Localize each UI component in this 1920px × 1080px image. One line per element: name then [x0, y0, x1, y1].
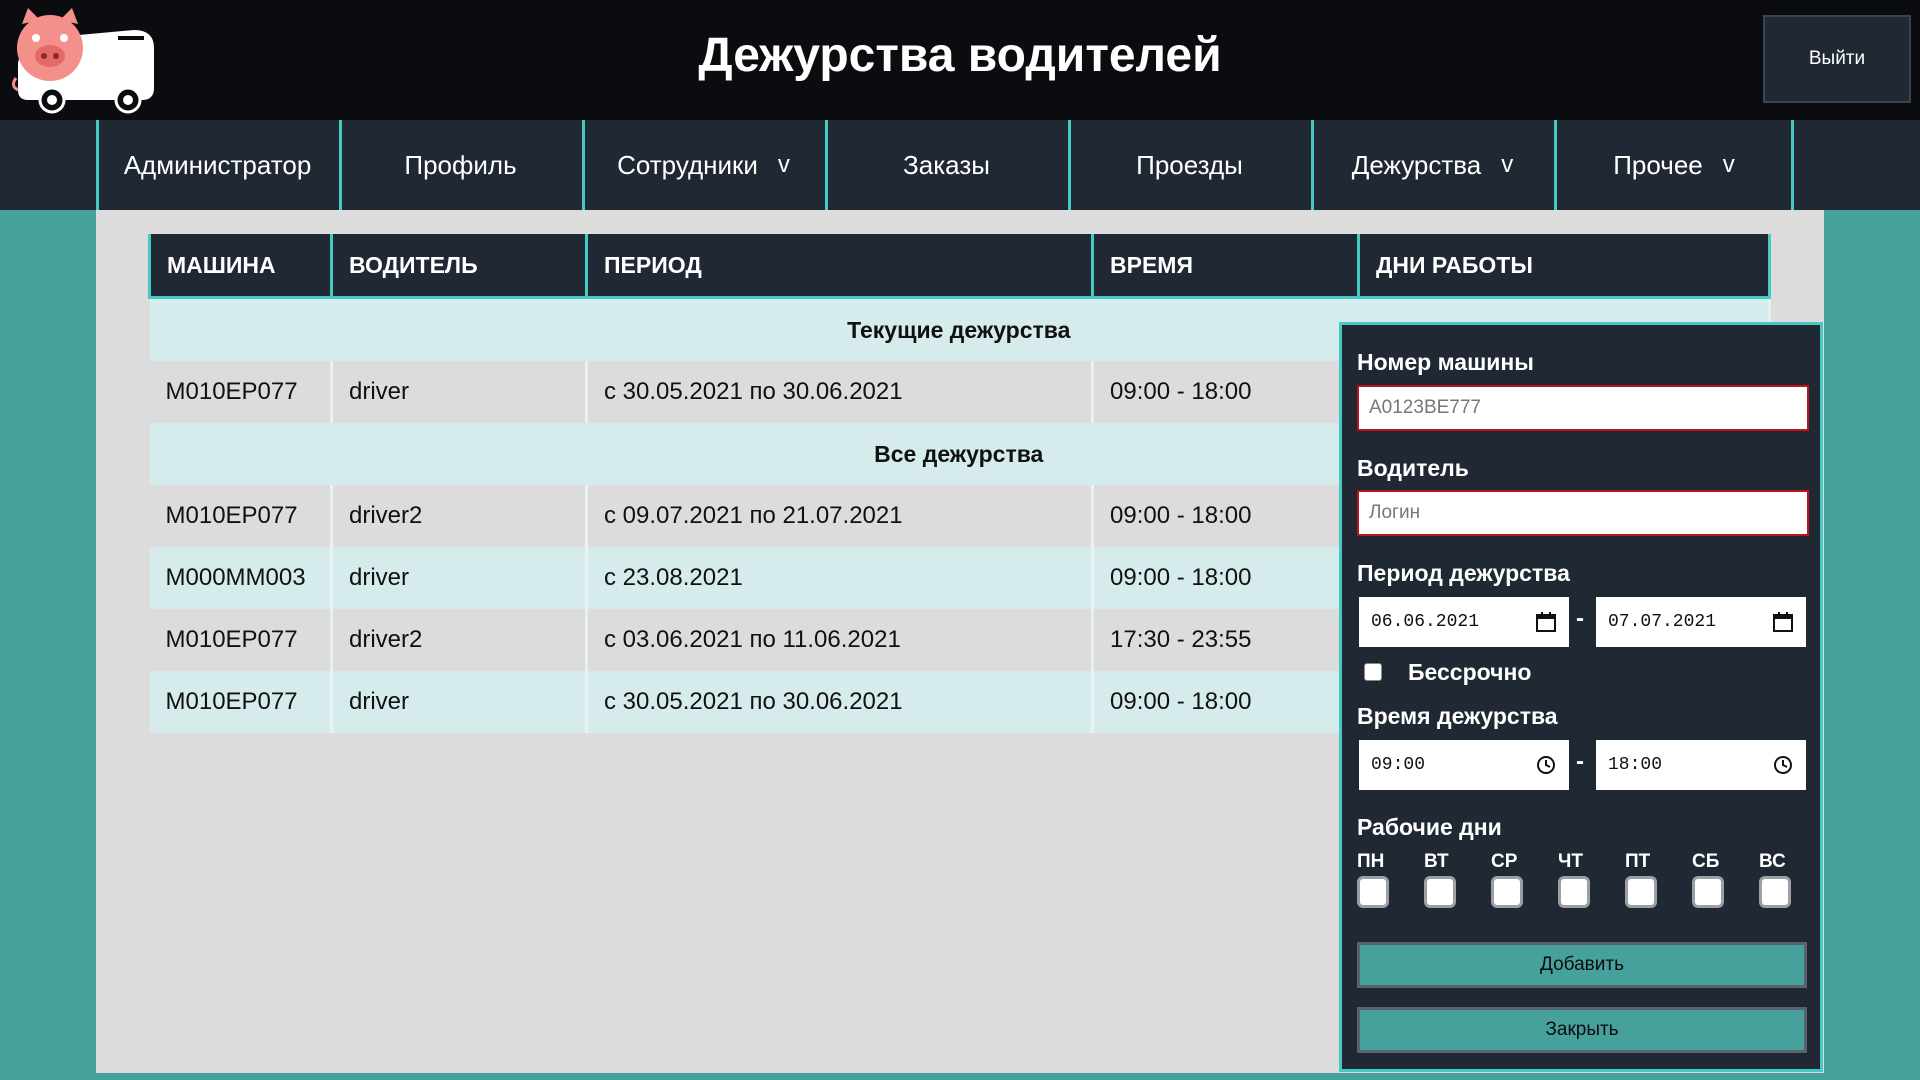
day-checkbox-mon[interactable]	[1357, 876, 1389, 908]
nav-item-administrator[interactable]: Администратор	[96, 120, 336, 210]
nav-item-label: Сотрудники	[617, 149, 758, 180]
period-dash: -	[1576, 605, 1584, 632]
nav-item-label: Проезды	[1136, 149, 1243, 180]
day-label-sun: ВС	[1759, 851, 1786, 872]
add-button[interactable]: Добавить	[1357, 942, 1807, 988]
day-label-mon: ПН	[1357, 851, 1385, 872]
chevron-down-icon: v	[777, 151, 790, 178]
day-checkbox-fri[interactable]	[1625, 876, 1657, 908]
time-from-value: 09:00	[1371, 755, 1426, 775]
column-header-car: МАШИНА	[148, 234, 333, 299]
nav-item-other[interactable]: Прочее v	[1554, 120, 1794, 210]
time-dash: -	[1576, 748, 1584, 775]
time-to-value: 18:00	[1608, 755, 1663, 775]
nav-item-label: Профиль	[404, 149, 517, 180]
date-from-picker[interactable]: 06.06.2021	[1357, 595, 1571, 649]
day-checkbox-sat[interactable]	[1692, 876, 1724, 908]
day-label-tue: ВТ	[1424, 851, 1449, 872]
nav-item-duties[interactable]: Дежурства v	[1311, 120, 1551, 210]
driver-input[interactable]: Логин	[1357, 490, 1809, 536]
nav-item-label: Администратор	[123, 149, 312, 180]
date-to-picker[interactable]: 07.07.2021	[1594, 595, 1808, 649]
cell-time: 09:00 - 18:00	[1092, 361, 1360, 423]
nav-item-employees[interactable]: Сотрудники v	[582, 120, 822, 210]
time-from-picker[interactable]: 09:00	[1357, 738, 1571, 792]
cell-period: с 03.06.2021 по 11.06.2021	[586, 609, 1094, 671]
chevron-down-icon: v	[1501, 151, 1514, 178]
indefinite-checkbox[interactable]	[1364, 663, 1382, 681]
day-label-thu: ЧТ	[1558, 851, 1583, 872]
day-label-sat: СБ	[1692, 851, 1720, 872]
cell-car: M000MM003	[149, 547, 333, 609]
cell-car: M010EP077	[149, 609, 333, 671]
cell-time: 09:00 - 18:00	[1092, 547, 1360, 609]
column-header-period: ПЕРИОД	[585, 234, 1094, 299]
close-button[interactable]: Закрыть	[1357, 1007, 1807, 1053]
day-checkbox-wed[interactable]	[1491, 876, 1523, 908]
cell-driver: driver	[331, 361, 588, 423]
table-header-row: МАШИНА ВОДИТЕЛЬ ПЕРИОД ВРЕМЯ ДНИ РАБОТЫ	[148, 234, 1771, 299]
cell-period: с 23.08.2021	[586, 547, 1094, 609]
chevron-down-icon: v	[1722, 151, 1735, 178]
cell-time: 09:00 - 18:00	[1092, 485, 1360, 547]
time-to-picker[interactable]: 18:00	[1594, 738, 1808, 792]
cell-period: с 09.07.2021 по 21.07.2021	[586, 485, 1094, 547]
day-label-fri: ПТ	[1625, 851, 1651, 872]
main-nav: Администратор Профиль Сотрудники v Заказ…	[0, 120, 1920, 210]
cell-car: M010EP077	[149, 361, 333, 423]
column-header-time: ВРЕМЯ	[1091, 234, 1360, 299]
car-number-label: Номер машины	[1357, 349, 1534, 375]
driver-label: Водитель	[1357, 455, 1469, 481]
day-checkbox-thu[interactable]	[1558, 876, 1590, 908]
logout-button[interactable]: Выйти	[1763, 15, 1911, 103]
cell-driver: driver2	[331, 485, 588, 547]
nav-item-label: Прочее	[1613, 149, 1703, 180]
cell-driver: driver	[331, 671, 588, 733]
header: Дежурства водителей Выйти	[0, 0, 1920, 120]
nav-item-profile[interactable]: Профиль	[339, 120, 579, 210]
calendar-icon	[1773, 612, 1793, 632]
nav-item-orders[interactable]: Заказы	[825, 120, 1065, 210]
page-title: Дежурства водителей	[698, 29, 1222, 82]
cell-driver: driver	[331, 547, 588, 609]
add-duty-panel: Номер машины A0123BE777 Водитель Логин П…	[1339, 322, 1823, 1072]
time-label: Время дежурства	[1357, 703, 1558, 729]
date-to-value: 07.07.2021	[1608, 612, 1717, 632]
clock-icon	[1537, 756, 1555, 774]
cell-period: с 30.05.2021 по 30.06.2021	[586, 361, 1094, 423]
nav-item-label: Дежурства	[1351, 149, 1482, 180]
calendar-icon	[1536, 612, 1556, 632]
cell-car: M010EP077	[149, 485, 333, 547]
cell-time: 17:30 - 23:55	[1092, 609, 1360, 671]
column-header-driver: ВОДИТЕЛЬ	[330, 234, 588, 299]
cell-driver: driver2	[331, 609, 588, 671]
car-number-input[interactable]: A0123BE777	[1357, 385, 1809, 431]
cell-time: 09:00 - 18:00	[1092, 671, 1360, 733]
nav-item-passes[interactable]: Проезды	[1068, 120, 1308, 210]
nav-item-label: Заказы	[903, 149, 990, 180]
workdays-label: Рабочие дни	[1357, 814, 1502, 840]
day-checkbox-tue[interactable]	[1424, 876, 1456, 908]
date-from-value: 06.06.2021	[1371, 612, 1480, 632]
day-checkbox-sun[interactable]	[1759, 876, 1791, 908]
indefinite-label: Бессрочно	[1408, 659, 1532, 685]
clock-icon	[1774, 756, 1792, 774]
cell-period: с 30.05.2021 по 30.06.2021	[586, 671, 1094, 733]
day-label-wed: СР	[1491, 851, 1518, 872]
period-label: Период дежурства	[1357, 560, 1570, 586]
column-header-workdays: ДНИ РАБОТЫ	[1357, 234, 1771, 299]
cell-car: M010EP077	[149, 671, 333, 733]
